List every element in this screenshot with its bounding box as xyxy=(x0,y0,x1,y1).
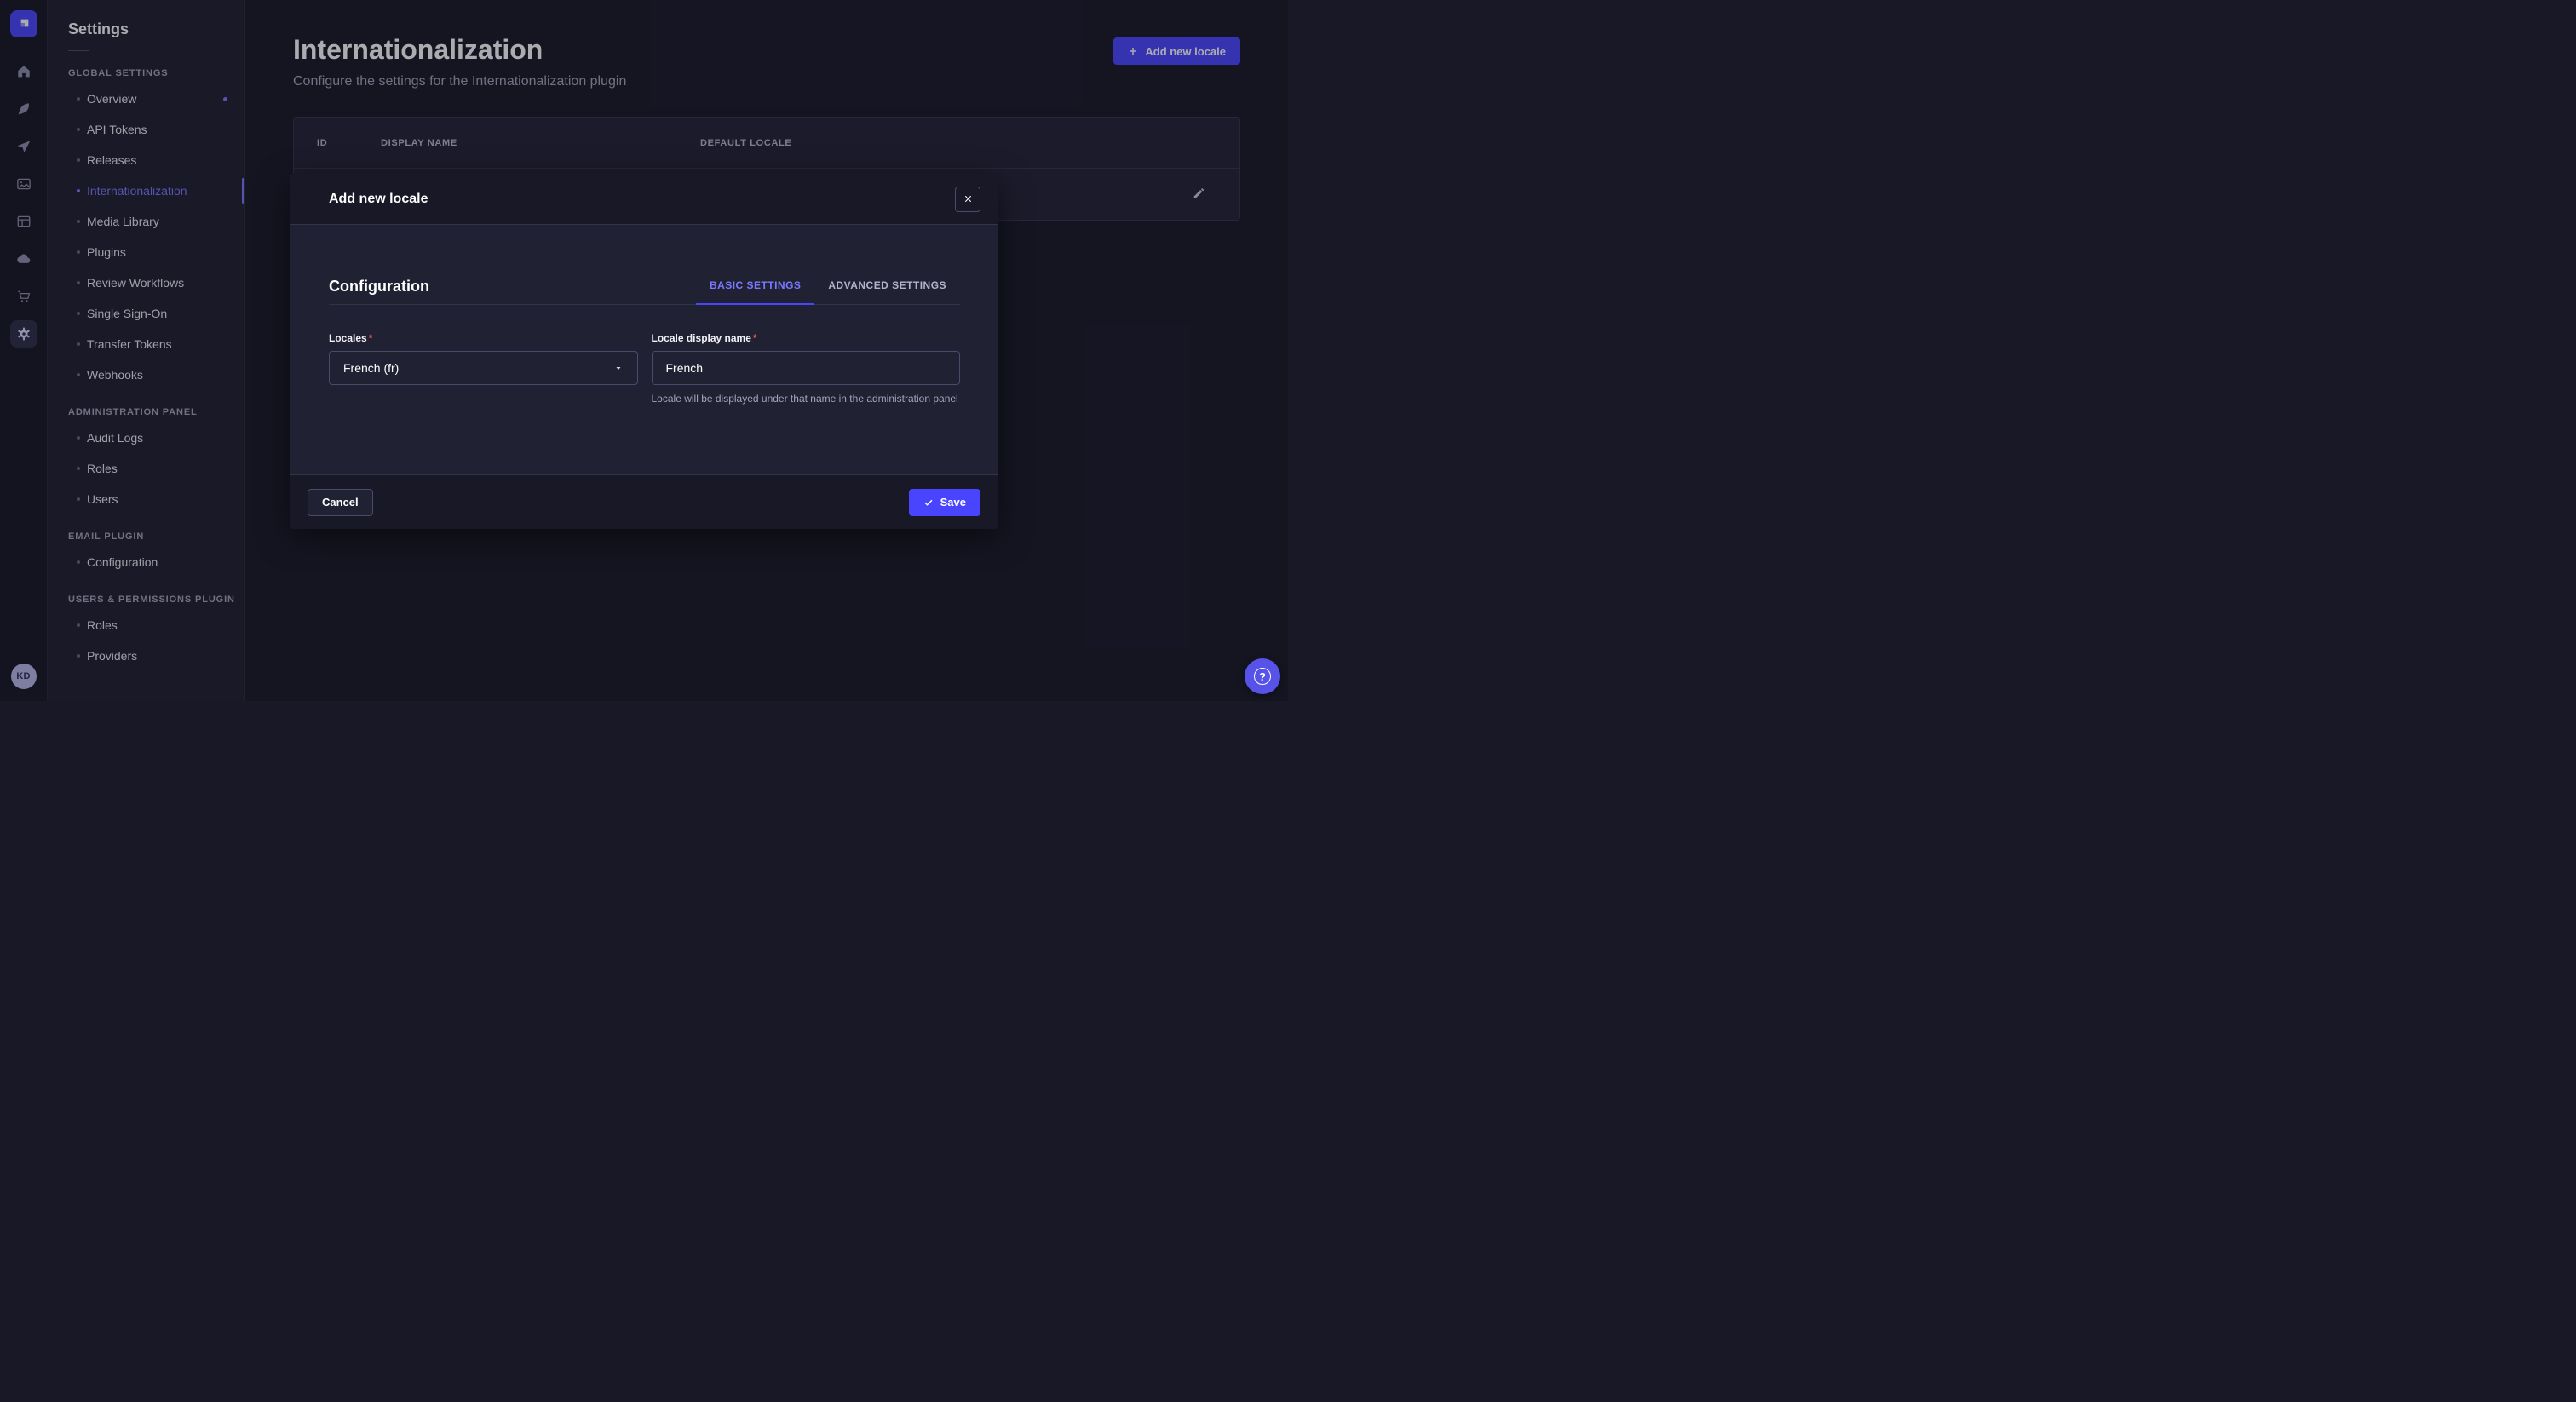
locales-field-group: Locales* French (fr) xyxy=(329,332,638,405)
locales-select[interactable]: French (fr) xyxy=(329,351,638,385)
cancel-button[interactable]: Cancel xyxy=(308,489,373,516)
display-name-input[interactable] xyxy=(652,351,961,385)
required-asterisk: * xyxy=(369,332,373,344)
modal-body: Configuration BASIC SETTINGS ADVANCED SE… xyxy=(290,225,998,474)
display-name-field-group: Locale display name* Locale will be disp… xyxy=(652,332,961,405)
help-button[interactable]: ? xyxy=(1245,658,1280,694)
configuration-title: Configuration xyxy=(329,278,429,304)
display-name-label: Locale display name* xyxy=(652,332,961,344)
tab-advanced-settings[interactable]: ADVANCED SETTINGS xyxy=(814,269,960,305)
save-button[interactable]: Save xyxy=(909,489,980,516)
configuration-header-row: Configuration BASIC SETTINGS ADVANCED SE… xyxy=(329,269,960,304)
modal-title: Add new locale xyxy=(329,192,428,207)
required-asterisk: * xyxy=(753,332,757,344)
tab-basic-settings[interactable]: BASIC SETTINGS xyxy=(696,269,814,305)
chevron-down-icon xyxy=(613,363,624,373)
modal-close-button[interactable] xyxy=(955,187,980,212)
modal-footer: Cancel Save xyxy=(290,474,998,529)
modal-header: Add new locale xyxy=(290,174,998,225)
question-mark-icon: ? xyxy=(1254,668,1271,685)
close-icon xyxy=(963,194,973,204)
settings-tabs: BASIC SETTINGS ADVANCED SETTINGS xyxy=(696,269,960,305)
add-locale-modal: Add new locale Configuration BASIC SETTI… xyxy=(290,174,998,529)
check-icon xyxy=(923,497,934,508)
display-name-hint: Locale will be displayed under that name… xyxy=(652,392,961,405)
locales-label: Locales* xyxy=(329,332,638,344)
locale-form: Locales* French (fr) Locale display name… xyxy=(329,332,960,405)
